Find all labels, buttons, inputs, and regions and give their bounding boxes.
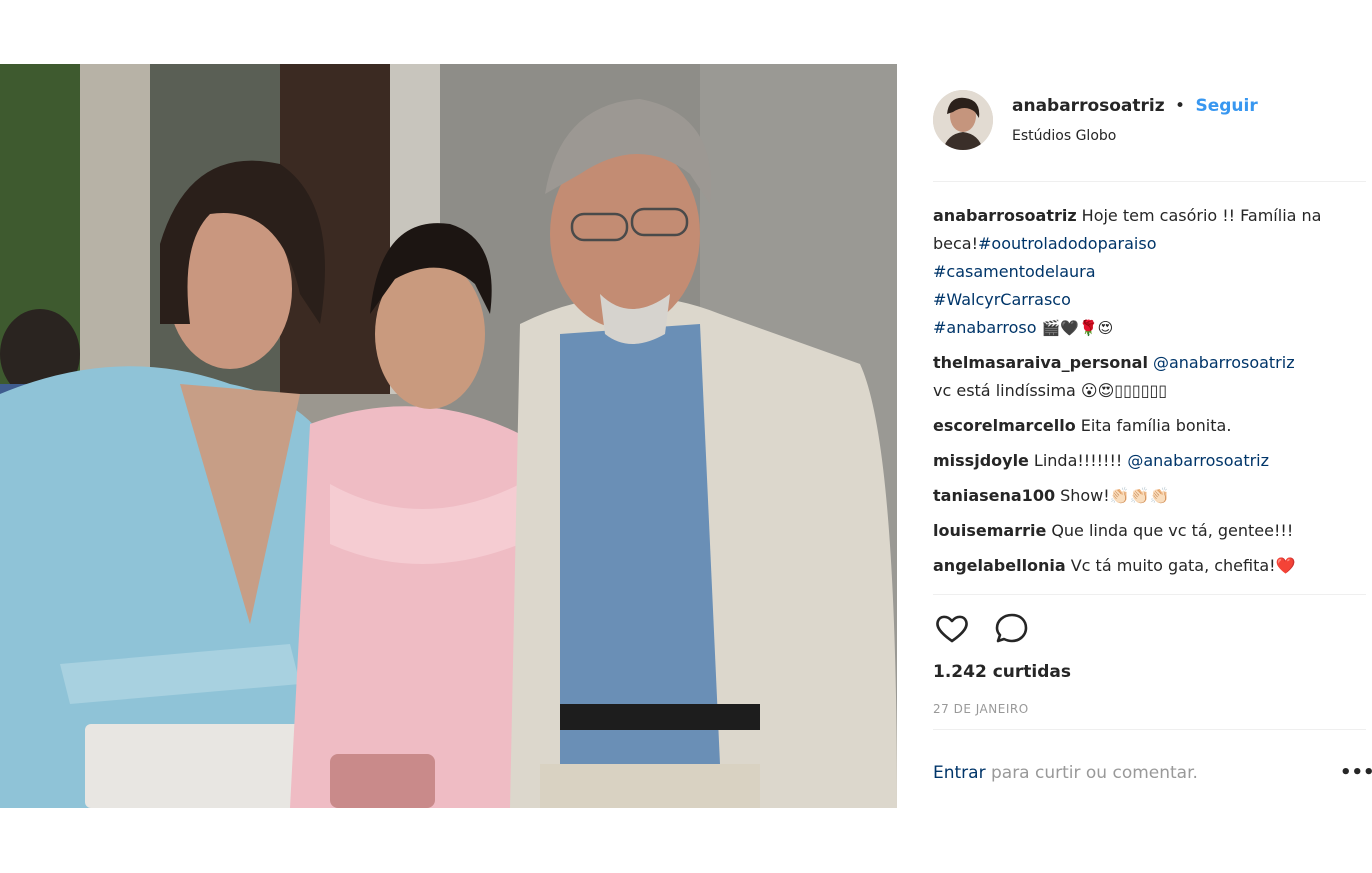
hashtag-link[interactable]: #anabarroso (933, 318, 1037, 337)
hashtag-link[interactable]: #WalcyrCarrasco (933, 290, 1071, 309)
post-header: anabarrosoatriz • Seguir Estúdios Globo (933, 90, 1366, 154)
comment-bubble-icon[interactable] (993, 610, 1031, 648)
comment-bubble-icon-svg (995, 613, 1028, 643)
comment-username[interactable]: escorelmarcello (933, 416, 1076, 435)
comment-username[interactable]: taniasena100 (933, 486, 1055, 505)
divider (933, 729, 1366, 730)
likes-count[interactable]: 1.242 curtidas (933, 661, 1071, 683)
list-item: taniasena100 Show!👏🏻👏🏻👏🏻 (933, 482, 1366, 510)
list-item: escorelmarcello Eita família bonita. (933, 412, 1366, 440)
avatar-image (933, 90, 993, 150)
hashtag-link[interactable]: #casamentodelaura (933, 262, 1096, 281)
list-item: missjdoyle Linda!!!!!!! @anabarrosoatriz (933, 447, 1366, 475)
comment-text: Show!👏🏻👏🏻👏🏻 (1060, 486, 1170, 505)
list-item: angelabellonia Vc tá muito gata, chefita!… (933, 552, 1366, 580)
mention-link[interactable]: @anabarrosoatriz (1127, 451, 1269, 470)
caption-username[interactable]: anabarrosoatriz (933, 206, 1077, 225)
login-text: para curtir ou comentar. (985, 763, 1198, 783)
login-link[interactable]: Entrar (933, 763, 986, 783)
login-prompt: Entrar para curtir ou comentar. (933, 762, 1198, 784)
caption-emojis: 🎬🖤🌹😍 (1041, 319, 1114, 337)
divider (933, 594, 1366, 595)
divider (933, 181, 1366, 182)
separator-dot: • (1175, 96, 1186, 116)
hashtag-link[interactable]: #ooutroladodoparaiso (978, 234, 1156, 253)
instagram-post: anabarrosoatriz • Seguir Estúdios Globo … (0, 0, 1372, 873)
list-item: thelmasaraiva_personal @anabarrosoatriz v… (933, 349, 1366, 405)
heart-icon-svg (936, 615, 968, 643)
post-photo[interactable] (0, 64, 897, 808)
action-bar (933, 610, 1366, 648)
more-options-icon[interactable]: ••• (1340, 762, 1372, 784)
photo-illustration (0, 64, 897, 808)
follow-button[interactable]: Seguir (1195, 96, 1257, 116)
comment-text: Que linda que vc tá, gentee!!! (1051, 521, 1294, 540)
location-link[interactable]: Estúdios Globo (1012, 126, 1116, 146)
post-side-panel: anabarrosoatriz • Seguir Estúdios Globo … (933, 64, 1372, 808)
post-date[interactable]: 27 DE JANEIRO (933, 701, 1029, 717)
list-item: louisemarrie Que linda que vc tá, gentee!… (933, 517, 1366, 545)
comment-username[interactable]: thelmasaraiva_personal (933, 353, 1148, 372)
comment-username[interactable]: louisemarrie (933, 521, 1046, 540)
comment-text: Linda!!!!!!! (1033, 451, 1123, 470)
comment-username[interactable]: angelabellonia (933, 556, 1066, 575)
comment-username[interactable]: missjdoyle (933, 451, 1029, 470)
caption: anabarrosoatriz Hoje tem casório !! Famíl… (933, 202, 1366, 342)
owner-username[interactable]: anabarrosoatriz (1012, 96, 1165, 116)
comment-text: vc está lindíssima 😮😍▯▯▯▯▯▯ (933, 381, 1168, 400)
avatar[interactable] (933, 90, 993, 150)
owner-line: anabarrosoatriz • Seguir (1012, 95, 1258, 117)
comments-list[interactable]: anabarrosoatriz Hoje tem casório !! Famíl… (933, 202, 1366, 594)
comment-text: Eita família bonita. (1080, 416, 1232, 435)
heart-icon[interactable] (933, 610, 971, 648)
mention-link[interactable]: @anabarrosoatriz (1153, 353, 1295, 372)
comment-text: Vc tá muito gata, chefita!❤️ (1070, 556, 1296, 575)
